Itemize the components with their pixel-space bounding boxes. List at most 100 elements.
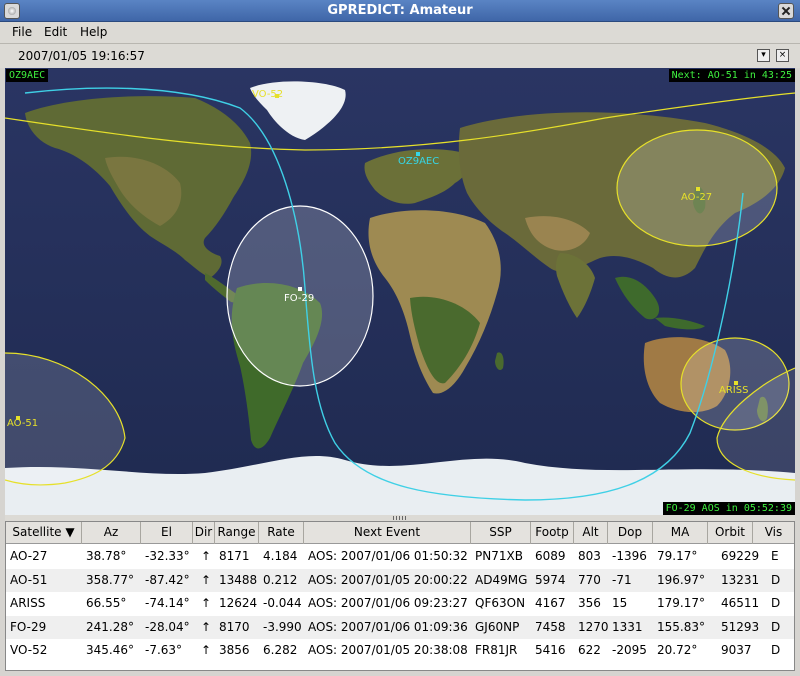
cell-el: -7.63° [145,643,183,657]
cell-ma: 179.17° [657,596,705,610]
cell-next-event: AOS: 2007/01/05 20:00:22 [308,572,468,587]
col-header-satellite[interactable]: Satellite ▼ [6,522,82,544]
cell-satellite: AO-27 [10,549,48,563]
menu-file[interactable]: File [12,25,32,39]
cell-footp: 6089 [535,549,566,563]
col-header-alt[interactable]: Alt [574,522,608,544]
col-header-rate[interactable]: Rate [259,522,304,544]
current-datetime: 2007/01/05 19:16:57 [18,49,145,63]
cell-el: -32.33° [145,549,190,563]
cell-el: -28.04° [145,619,190,634]
cell-dop: -2095 [612,643,647,657]
next-event-label: Next: AO-51 in 43:25 [668,69,795,82]
col-header-az[interactable]: Az [82,522,141,544]
cell-footp: 5974 [535,572,566,587]
col-header-el[interactable]: El [141,522,193,544]
cell-satellite: FO-29 [10,619,47,634]
table-row[interactable]: VO-52 345.46° -7.63° ↑ 3856 6.282 AOS: 2… [6,639,794,663]
cell-footp: 4167 [535,596,566,610]
cell-el: -87.42° [145,572,190,587]
map-canvas [5,68,795,515]
splitter-grip-icon [393,516,407,520]
satellite-list-table: Satellite ▼ Az El Dir Range Rate Next Ev… [5,521,795,671]
cell-satellite: AO-51 [10,572,48,587]
col-header-next-event[interactable]: Next Event [304,522,471,544]
cell-vis: D [771,572,781,587]
cell-rate: 4.184 [263,549,298,563]
cell-rate: -3.990 [263,619,302,634]
qth-marker-label: OZ9AEC [398,156,440,167]
cell-ssp: FR81JR [475,643,518,657]
cell-dir: ↑ [201,619,212,634]
cell-orbit: 51293 [721,619,760,634]
col-header-vis[interactable]: Vis [753,522,794,544]
cell-vis: D [771,619,781,634]
world-map[interactable]: OZ9AEC Next: AO-51 in 43:25 FO-29 AOS in… [5,68,795,515]
table-header: Satellite ▼ Az El Dir Range Rate Next Ev… [6,522,794,544]
col-header-range[interactable]: Range [215,522,259,544]
cell-range: 13488 [219,572,258,587]
cell-range: 8170 [219,619,250,634]
col-header-ma[interactable]: MA [653,522,708,544]
cell-dir: ↑ [201,596,212,610]
sat-label-ao-27[interactable]: AO-27 [681,192,712,203]
table-row[interactable]: AO-51 358.77° -87.42° ↑ 13488 0.212 AOS:… [6,568,794,592]
cell-vis: D [771,596,781,610]
cell-orbit: 13231 [721,572,760,587]
col-header-footp[interactable]: Footp [531,522,574,544]
cell-ssp: QF63ON [475,596,526,610]
module-menu-icon[interactable]: ▾ [757,49,770,62]
window-close-icon[interactable] [778,3,794,19]
window-titlebar: GPREDICT: Amateur [0,0,800,22]
cell-orbit: 46511 [721,596,760,610]
cell-ma: 20.72° [657,643,698,657]
cell-alt: 622 [578,643,601,657]
table-row[interactable]: AO-27 38.78° -32.33° ↑ 8171 4.184 AOS: 2… [6,545,794,569]
module-close-icon[interactable]: × [776,49,789,62]
cell-ma: 79.17° [657,549,698,563]
cell-rate: 0.212 [263,572,298,587]
cell-orbit: 9037 [721,643,752,657]
cell-vis: E [771,549,779,563]
col-header-ssp[interactable]: SSP [471,522,531,544]
cell-ssp: GJ60NP [475,619,520,634]
menu-help[interactable]: Help [80,25,107,39]
cell-next-event: AOS: 2007/01/06 01:09:36 [308,619,468,634]
sat-label-vo-52[interactable]: VO-52 [252,89,283,100]
cell-az: 358.77° [86,572,134,587]
cell-range: 12624 [219,596,258,610]
col-header-orbit[interactable]: Orbit [708,522,753,544]
cell-satellite: ARISS [10,596,46,610]
cell-next-event: AOS: 2007/01/06 09:23:27 [308,596,468,610]
sat-label-ao-51[interactable]: AO-51 [7,418,38,429]
cell-az: 66.55° [86,596,127,610]
cell-dop: -1396 [612,549,647,563]
cell-az: 38.78° [86,549,127,563]
cell-ma: 196.97° [657,572,705,587]
cell-dop: 15 [612,596,628,610]
cell-vis: D [771,643,781,657]
table-row[interactable]: FO-29 241.28° -28.04° ↑ 8170 -3.990 AOS:… [6,615,794,639]
cell-dir: ↑ [201,572,212,587]
sat-label-ariss[interactable]: ARISS [719,385,748,396]
cell-ssp: PN71XB [475,549,523,563]
cell-ssp: AD49MG [475,572,528,587]
cell-dir: ↑ [201,549,212,563]
module-header: 2007/01/05 19:16:57 ▾ × [0,44,800,68]
cell-satellite: VO-52 [10,643,48,657]
cell-rate: -0.044 [263,596,302,610]
col-header-dir[interactable]: Dir [193,522,215,544]
cell-next-event: AOS: 2007/01/05 20:38:08 [308,643,468,657]
sat-label-fo-29[interactable]: FO-29 [284,293,314,304]
table-row[interactable]: ARISS 66.55° -74.14° ↑ 12624 -0.044 AOS:… [6,592,794,616]
cell-footp: 5416 [535,643,566,657]
cell-orbit: 69229 [721,549,760,563]
selected-sat-status: FO-29 AOS in 05:52:39 [662,502,795,515]
cell-dop: -71 [612,572,632,587]
menu-edit[interactable]: Edit [44,25,67,39]
cell-dir: ↑ [201,643,212,657]
cell-range: 8171 [219,549,250,563]
col-header-dop[interactable]: Dop [608,522,653,544]
cell-dop: 1331 [612,619,643,634]
cell-alt: 1270 [578,619,609,634]
